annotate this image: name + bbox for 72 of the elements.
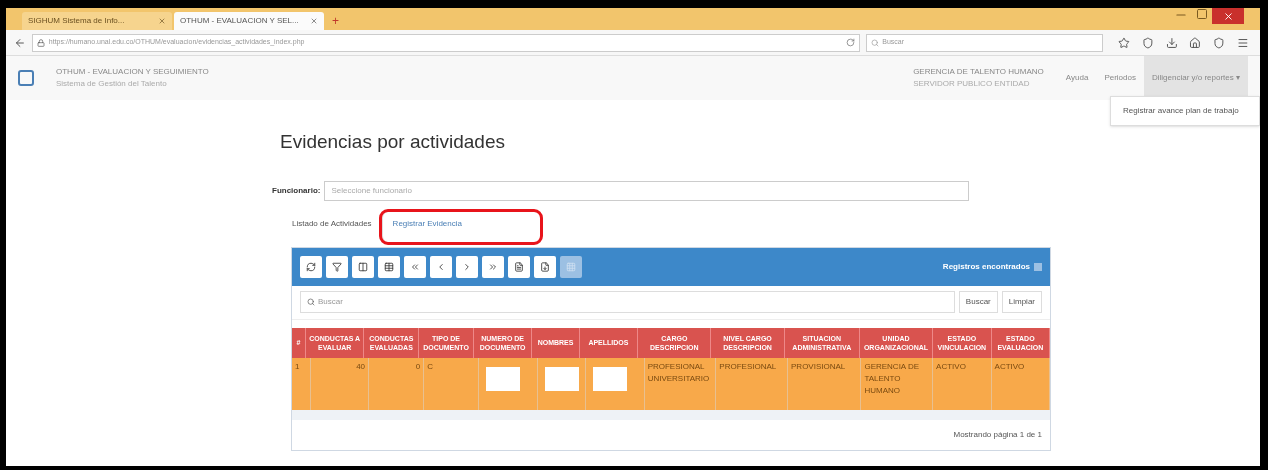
records-label: Registros encontrados	[942, 260, 1030, 273]
columns-icon	[358, 261, 368, 272]
table-cell-text: ACTIVO	[994, 360, 1025, 373]
redaction-mark	[486, 366, 521, 391]
download-icon[interactable]	[1165, 36, 1178, 49]
toolbar-button[interactable]	[534, 255, 556, 278]
new-tab-button[interactable]: +	[326, 12, 345, 30]
toolbar-button[interactable]	[326, 255, 348, 278]
table-cell-text: 40	[356, 360, 366, 373]
menu-item[interactable]: Registrar avance plan de trabajo	[1123, 105, 1247, 117]
refresh-icon	[306, 261, 316, 272]
unit-name: GERENCIA DE TALENTO HUMANO	[913, 66, 1044, 78]
app-title: OTHUM - EVALUACION Y SEGUIMIENTO	[56, 66, 209, 78]
pagination-info: Mostrando página 1 de 1	[953, 428, 1042, 441]
first-page-icon	[410, 261, 420, 272]
previous-icon	[436, 261, 446, 272]
nav-link[interactable]: Ayuda	[1057, 56, 1097, 100]
redaction-mark	[544, 366, 579, 391]
toolbar-button[interactable]	[482, 255, 504, 278]
grid-button[interactable]: Limpiar	[1001, 291, 1042, 313]
back-icon[interactable]	[14, 36, 26, 49]
table-cell-text: 1	[295, 360, 300, 373]
toolbar-button[interactable]	[404, 255, 426, 278]
shield-icon[interactable]	[1213, 36, 1226, 49]
table-icon	[384, 261, 394, 272]
maximize-icon[interactable]	[1196, 8, 1208, 20]
close-window-button[interactable]	[1212, 8, 1244, 24]
records-badge	[1034, 262, 1042, 271]
table-cell-text: C	[427, 360, 433, 373]
funcionario-field[interactable]: Seleccione funcionario	[324, 180, 970, 201]
tab[interactable]: Registrar Evidencia	[381, 211, 540, 242]
toolbar-button[interactable]	[300, 255, 322, 278]
close-icon	[1222, 10, 1234, 22]
table-cell-text: PROFESIONAL	[719, 360, 777, 373]
nav-link[interactable]: Periodos	[1096, 56, 1144, 100]
logo-icon	[18, 70, 34, 86]
document-icon	[514, 261, 524, 272]
field-label: Funcionario:	[272, 184, 321, 197]
close-icon[interactable]	[158, 17, 166, 25]
filter-icon	[332, 261, 342, 272]
next-icon	[462, 261, 472, 272]
redaction-mark	[593, 366, 628, 391]
close-icon[interactable]	[310, 17, 318, 25]
search-icon	[871, 38, 880, 47]
menu-icon[interactable]	[1237, 36, 1249, 49]
last-page-icon	[488, 261, 498, 272]
user-name: SERVIDOR PUBLICO ENTIDAD	[913, 78, 1031, 90]
export-icon	[540, 261, 550, 272]
toolbar-button[interactable]	[456, 255, 478, 278]
lock-icon	[36, 38, 45, 47]
grid-button[interactable]: Buscar	[958, 291, 998, 313]
browser-tab[interactable]: OTHUM - EVALUACION Y SEL...	[174, 12, 324, 30]
page-title: Evidencias por actividades	[280, 130, 506, 154]
toolbar-button[interactable]	[508, 255, 530, 278]
toolbar-button[interactable]	[378, 255, 400, 278]
grid-icon	[566, 261, 576, 272]
home-icon[interactable]	[1189, 36, 1202, 49]
table-cell-text: 0	[415, 360, 421, 373]
grid-search-field[interactable]: Buscar	[300, 291, 955, 313]
search-icon	[307, 298, 315, 306]
toolbar-button[interactable]	[430, 255, 452, 278]
table-cell-text: PROFESIONAL UNIVERSITARIO	[647, 360, 711, 385]
reload-icon[interactable]	[846, 38, 856, 47]
table-cell-text: ACTIVO	[936, 360, 966, 373]
table-cell-text: PROVISIONAL	[791, 360, 846, 373]
table-cell-text: GERENCIA DE TALENTO HUMANO	[864, 360, 921, 397]
tab[interactable]: Listado de Actividades	[282, 211, 382, 242]
shield-icon[interactable]	[1141, 36, 1154, 49]
star-icon[interactable]	[1118, 36, 1130, 49]
toolbar-button[interactable]	[352, 255, 374, 278]
app-subtitle: Sistema de Gestión del Talento	[56, 78, 168, 90]
browser-tab[interactable]: SIGHUM Sistema de Info...	[22, 12, 172, 30]
